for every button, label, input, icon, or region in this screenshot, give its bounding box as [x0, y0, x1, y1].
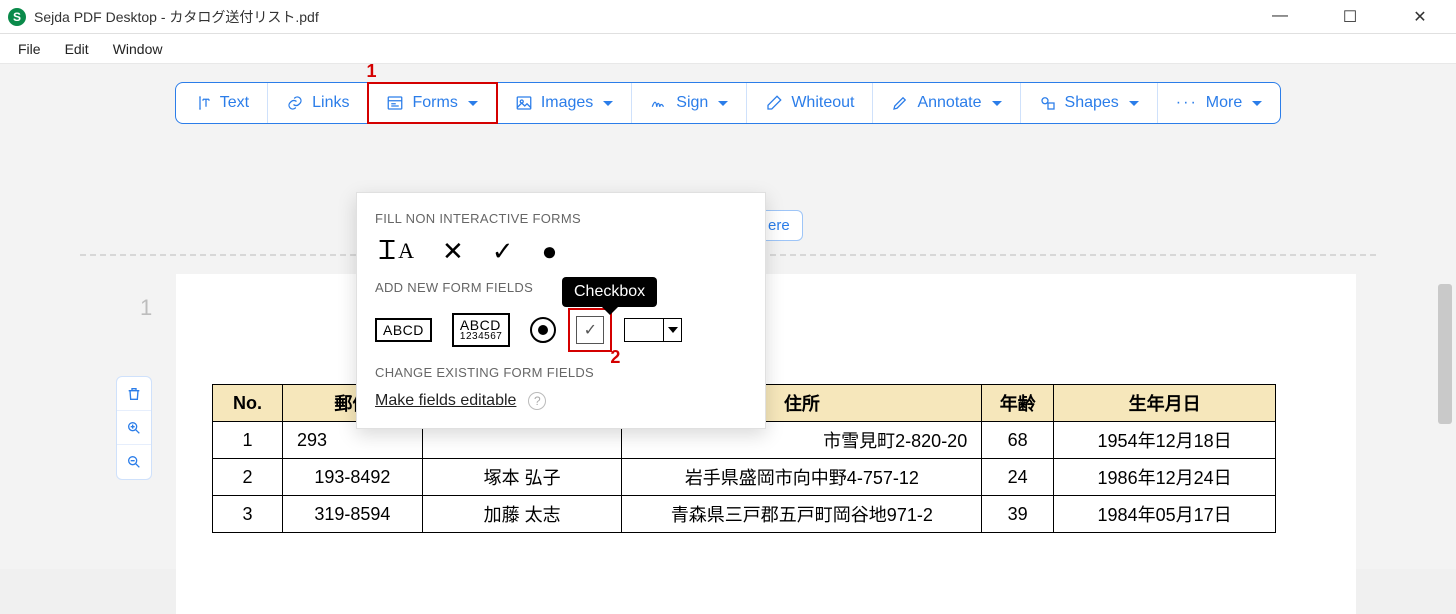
- pencil-icon: [891, 94, 909, 112]
- zoom-in-button[interactable]: [117, 411, 151, 445]
- add-radio[interactable]: [530, 317, 556, 343]
- add-multiline-sub: 1234567: [460, 332, 502, 342]
- tool-more-label: More: [1206, 94, 1242, 112]
- th-no: No.: [213, 385, 283, 422]
- menu-edit[interactable]: Edit: [55, 37, 99, 61]
- help-icon[interactable]: ?: [528, 392, 546, 410]
- tool-sign-label: Sign: [676, 94, 708, 112]
- zoom-out-icon: [126, 454, 142, 470]
- th-dob: 生年月日: [1054, 385, 1276, 422]
- cell-name: 塚本 弘子: [422, 459, 622, 496]
- fill-x-tool[interactable]: ✕: [442, 238, 464, 264]
- forms-dropdown-panel: FILL NON INTERACTIVE FORMS ᏆA ✕ ✓ ● ADD …: [356, 192, 766, 429]
- menu-bar: File Edit Window: [0, 34, 1456, 64]
- dots-icon: ···: [1176, 94, 1198, 112]
- add-checkbox[interactable]: [576, 316, 604, 344]
- image-icon: [515, 94, 533, 112]
- pdf-page[interactable]: No. 郵便 住所 年齢 生年月日 1 293 市雪見町2-820-20 68 …: [176, 274, 1356, 614]
- tool-shapes-label: Shapes: [1065, 94, 1119, 112]
- tooltip-checkbox: Checkbox: [562, 277, 657, 307]
- zoom-out-button[interactable]: [117, 445, 151, 479]
- editor-toolbar: Text Links 1 Forms Images Sign: [175, 82, 1281, 124]
- annotation-1: 1: [366, 61, 376, 82]
- eraser-icon: [765, 94, 783, 112]
- cell-no: 1: [213, 422, 283, 459]
- cell-addr: 青森県三戸郡五戸町岡谷地971-2: [622, 496, 982, 533]
- chevron-down-icon: [468, 101, 478, 106]
- add-dropdown[interactable]: [624, 318, 682, 342]
- link-icon: [286, 94, 304, 112]
- menu-window[interactable]: Window: [103, 37, 173, 61]
- fill-text-tool[interactable]: ᏆA: [379, 238, 414, 264]
- chevron-down-icon: [1252, 101, 1262, 106]
- minimize-button[interactable]: —: [1260, 7, 1300, 27]
- cell-age: 68: [982, 422, 1054, 459]
- form-icon: [386, 94, 404, 112]
- menu-file[interactable]: File: [8, 37, 51, 61]
- app-icon: S: [8, 8, 26, 26]
- text-cursor-icon: [194, 94, 212, 112]
- tool-text-label: Text: [220, 94, 249, 112]
- tool-forms-label: Forms: [412, 94, 457, 112]
- tool-annotate-label: Annotate: [917, 94, 981, 112]
- chevron-down-icon: [718, 101, 728, 106]
- cell-no: 2: [213, 459, 283, 496]
- delete-page-button[interactable]: [117, 377, 151, 411]
- shapes-icon: [1039, 94, 1057, 112]
- tool-more[interactable]: ··· More: [1158, 83, 1280, 123]
- chevron-down-icon: [1129, 101, 1139, 106]
- cell-name: 加藤 太志: [422, 496, 622, 533]
- maximize-button[interactable]: ☐: [1330, 7, 1370, 27]
- section-fill-forms: FILL NON INTERACTIVE FORMS: [375, 211, 747, 226]
- tool-images-label: Images: [541, 94, 593, 112]
- chevron-down-icon: [992, 101, 1002, 106]
- tool-whiteout[interactable]: Whiteout: [747, 83, 873, 123]
- cell-zip: 193-8492: [282, 459, 422, 496]
- tool-forms[interactable]: 1 Forms: [368, 83, 496, 123]
- window-controls: — ☐ ✕: [1260, 7, 1448, 27]
- window-title: Sejda PDF Desktop - カタログ送付リスト.pdf: [34, 7, 319, 27]
- close-button[interactable]: ✕: [1400, 7, 1440, 27]
- fill-check-tool[interactable]: ✓: [492, 238, 514, 264]
- th-age: 年齢: [982, 385, 1054, 422]
- signature-icon: [650, 94, 668, 112]
- make-fields-editable-link[interactable]: Make fields editable: [375, 392, 516, 409]
- tool-annotate[interactable]: Annotate: [873, 83, 1020, 123]
- side-tools: [116, 376, 152, 480]
- trash-icon: [126, 386, 142, 402]
- tool-links[interactable]: Links: [268, 83, 368, 123]
- main-area: Text Links 1 Forms Images Sign: [0, 64, 1456, 569]
- cell-addr: 岩手県盛岡市向中野4-757-12: [622, 459, 982, 496]
- cell-age: 39: [982, 496, 1054, 533]
- table-row: 2 193-8492 塚本 弘子 岩手県盛岡市向中野4-757-12 24 19…: [213, 459, 1276, 496]
- annotation-2: 2: [610, 347, 620, 368]
- add-multiline-textfield[interactable]: ABCD 1234567: [452, 313, 510, 347]
- section-change-fields: CHANGE EXISTING FORM FIELDS: [375, 365, 747, 380]
- fill-dot-tool[interactable]: ●: [542, 238, 558, 264]
- vertical-scrollbar[interactable]: [1438, 154, 1454, 565]
- cell-dob: 1954年12月18日: [1054, 422, 1276, 459]
- scrollbar-thumb[interactable]: [1438, 284, 1452, 424]
- tool-shapes[interactable]: Shapes: [1021, 83, 1158, 123]
- chevron-down-icon: [603, 101, 613, 106]
- title-bar: S Sejda PDF Desktop - カタログ送付リスト.pdf — ☐ …: [0, 0, 1456, 34]
- tool-whiteout-label: Whiteout: [791, 94, 854, 112]
- tool-text[interactable]: Text: [176, 83, 268, 123]
- add-textfield[interactable]: ABCD: [375, 318, 432, 342]
- tool-images[interactable]: Images: [497, 83, 632, 123]
- cell-zip: 319-8594: [282, 496, 422, 533]
- zoom-in-icon: [126, 420, 142, 436]
- page-number: 1: [140, 295, 152, 321]
- cell-dob: 1984年05月17日: [1054, 496, 1276, 533]
- tool-sign[interactable]: Sign: [632, 83, 747, 123]
- table-row: 3 319-8594 加藤 太志 青森県三戸郡五戸町岡谷地971-2 39 19…: [213, 496, 1276, 533]
- cell-dob: 1986年12月24日: [1054, 459, 1276, 496]
- tool-links-label: Links: [312, 94, 349, 112]
- cell-no: 3: [213, 496, 283, 533]
- section-add-fields: ADD NEW FORM FIELDS: [375, 280, 747, 295]
- cell-age: 24: [982, 459, 1054, 496]
